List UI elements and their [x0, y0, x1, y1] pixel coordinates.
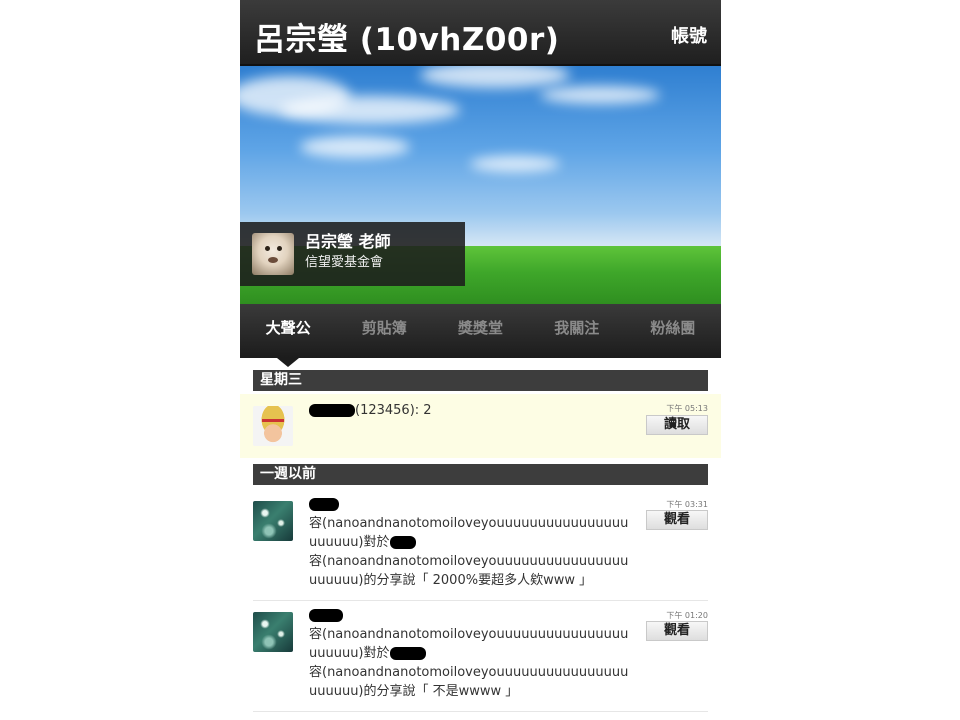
- tab-following[interactable]: 我關注: [529, 304, 625, 358]
- message-time: 下午 05:13: [666, 404, 708, 413]
- profile-name: 呂宗瑩 老師: [305, 232, 391, 251]
- tab-fans[interactable]: 粉絲團: [625, 304, 721, 358]
- avatar[interactable]: [252, 233, 294, 275]
- redacted-name: [309, 609, 343, 622]
- tab-scrapbook[interactable]: 剪貼簿: [336, 304, 432, 358]
- redacted-name: [389, 536, 416, 549]
- redacted-name: [309, 404, 355, 417]
- top-bar: 呂宗瑩 (10vhZ00r) 帳號: [240, 0, 721, 66]
- user-photo-icon: [253, 501, 293, 541]
- share-time: 下午 03:31: [666, 500, 708, 509]
- divider: [253, 711, 708, 712]
- app-screen: 呂宗瑩 (10vhZ00r) 帳號 呂宗瑩 老師 信望愛基金會 大聲公 剪貼簿 …: [240, 0, 721, 720]
- redacted-name: [309, 498, 339, 511]
- message-text: (123456): 2: [309, 401, 634, 420]
- section-header-week-ago: 一週以前: [253, 464, 708, 485]
- profile-card[interactable]: 呂宗瑩 老師 信望愛基金會: [240, 222, 465, 286]
- cover-image: 呂宗瑩 老師 信望愛基金會: [240, 66, 721, 304]
- tab-bar: 大聲公 剪貼簿 獎獎堂 我關注 粉絲團: [240, 304, 721, 358]
- list-item[interactable]: 容(nanoandnanotomoiloveyouuuuuuuuuuuuuuuu…: [240, 490, 721, 600]
- share-text: 容(nanoandnanotomoiloveyouuuuuuuuuuuuuuuu…: [309, 495, 634, 590]
- redacted-name: [389, 647, 426, 660]
- profile-organization: 信望愛基金會: [305, 255, 384, 270]
- share-text: 容(nanoandnanotomoiloveyouuuuuuuuuuuuuuuu…: [309, 606, 634, 701]
- tab-awards[interactable]: 獎獎堂: [432, 304, 528, 358]
- list-item[interactable]: 容(nanoandnanotomoiloveyouuuuuuuuuuuuuuuu…: [240, 601, 721, 711]
- active-tab-pointer: [277, 358, 299, 367]
- share-time: 下午 01:20: [666, 611, 708, 620]
- section-header-wednesday: 星期三: [253, 370, 708, 391]
- list-item[interactable]: (123456): 2 下午 05:13 讀取: [240, 394, 721, 458]
- tab-megaphone[interactable]: 大聲公: [240, 304, 336, 358]
- view-button[interactable]: 觀看: [646, 621, 708, 641]
- page-title: 呂宗瑩 (10vhZ00r): [254, 22, 560, 58]
- user-photo-icon: [253, 612, 293, 652]
- account-button[interactable]: 帳號: [671, 22, 707, 48]
- luffy-avatar-icon: [253, 406, 293, 446]
- read-button[interactable]: 讀取: [646, 415, 708, 435]
- view-button[interactable]: 觀看: [646, 510, 708, 530]
